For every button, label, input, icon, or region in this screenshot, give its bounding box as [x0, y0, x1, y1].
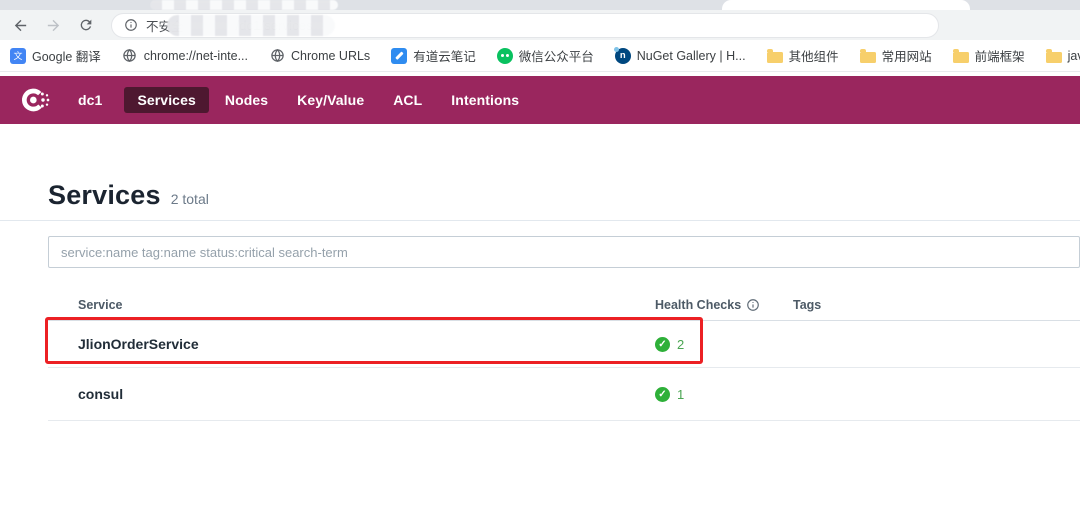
bookmark-folder-frontend-frameworks[interactable]: 前端框架	[953, 46, 1025, 65]
column-header-service: Service	[48, 298, 655, 312]
note-icon	[391, 48, 407, 64]
browser-toolbar: 不安全 /dc1/services	[0, 10, 1080, 40]
tab-nodes[interactable]: Nodes	[212, 87, 281, 113]
reload-icon	[78, 17, 94, 33]
nuget-icon: n	[615, 48, 631, 64]
services-total-count: 2 total	[171, 191, 209, 207]
bookmark-folder-common-sites[interactable]: 常用网站	[860, 46, 932, 65]
table-row-consul[interactable]: consul ✓ 1	[48, 368, 1080, 421]
browser-window: 不安全 /dc1/services 文 Google 翻译 chrome://n…	[0, 0, 1080, 513]
folder-icon	[860, 52, 876, 63]
reload-button[interactable]	[73, 12, 99, 38]
tab-strip	[0, 0, 1080, 10]
bookmark-net-internals[interactable]: chrome://net-inte...	[122, 48, 248, 64]
bookmark-google-translate[interactable]: 文 Google 翻译	[10, 46, 101, 65]
folder-icon	[767, 52, 783, 63]
back-button[interactable]	[7, 12, 33, 38]
redaction-blur	[150, 0, 338, 10]
page-info-icon[interactable]	[124, 18, 138, 32]
passing-check-count: 2	[677, 337, 684, 352]
bookmark-folder-java[interactable]: java	[1046, 48, 1080, 64]
passing-check-icon: ✓	[655, 387, 670, 402]
bookmark-chrome-urls[interactable]: Chrome URLs	[269, 48, 370, 64]
bookmark-youdao-note[interactable]: 有道云笔记	[391, 46, 476, 65]
passing-check-icon: ✓	[655, 337, 670, 352]
services-page: Services 2 total Service Health Checks T…	[0, 124, 1080, 513]
bookmark-nuget-gallery[interactable]: n NuGet Gallery | H...	[615, 48, 746, 64]
service-name[interactable]: JlionOrderService	[48, 336, 655, 352]
bookmarks-bar: 文 Google 翻译 chrome://net-inte... Chrome …	[0, 40, 1080, 72]
consul-logo[interactable]	[20, 84, 52, 116]
health-status-badge: ✓ 2	[655, 337, 684, 352]
globe-icon	[122, 48, 138, 64]
search-input[interactable]	[48, 236, 1080, 268]
consul-navbar: dc1 Services Nodes Key/Value ACL Intenti…	[0, 76, 1080, 124]
tab-services[interactable]: Services	[124, 87, 208, 113]
tab-acl[interactable]: ACL	[380, 87, 435, 113]
tab-intentions[interactable]: Intentions	[438, 87, 532, 113]
header-divider	[0, 220, 1080, 221]
forward-icon	[45, 17, 62, 34]
column-header-tags: Tags	[793, 298, 1080, 312]
page-header: Services 2 total	[48, 180, 1080, 211]
translate-icon: 文	[10, 48, 26, 64]
services-table: Service Health Checks Tags JlionOrderSer…	[48, 289, 1080, 421]
service-name[interactable]: consul	[48, 386, 655, 402]
address-bar[interactable]: 不安全 /dc1/services	[111, 13, 939, 38]
health-status-badge: ✓ 1	[655, 387, 684, 402]
datacenter-selector[interactable]: dc1	[68, 87, 112, 113]
bookmark-wechat-platform[interactable]: 微信公众平台	[497, 46, 594, 65]
bookmark-folder-other-components[interactable]: 其他组件	[767, 46, 839, 65]
forward-button[interactable]	[40, 12, 66, 38]
column-header-health-checks: Health Checks	[655, 298, 793, 312]
table-row-jlionorderservice[interactable]: JlionOrderService ✓ 2	[48, 321, 1080, 368]
wechat-icon	[497, 48, 513, 64]
table-header-row: Service Health Checks Tags	[48, 289, 1080, 321]
tab-keyvalue[interactable]: Key/Value	[284, 87, 377, 113]
folder-icon	[1046, 52, 1062, 63]
info-icon[interactable]	[746, 298, 760, 312]
back-icon	[12, 17, 29, 34]
globe-icon	[269, 48, 285, 64]
page-title: Services	[48, 180, 161, 211]
folder-icon	[953, 52, 969, 63]
passing-check-count: 1	[677, 387, 684, 402]
redaction-blur	[167, 15, 335, 36]
active-tab-top	[722, 0, 970, 10]
